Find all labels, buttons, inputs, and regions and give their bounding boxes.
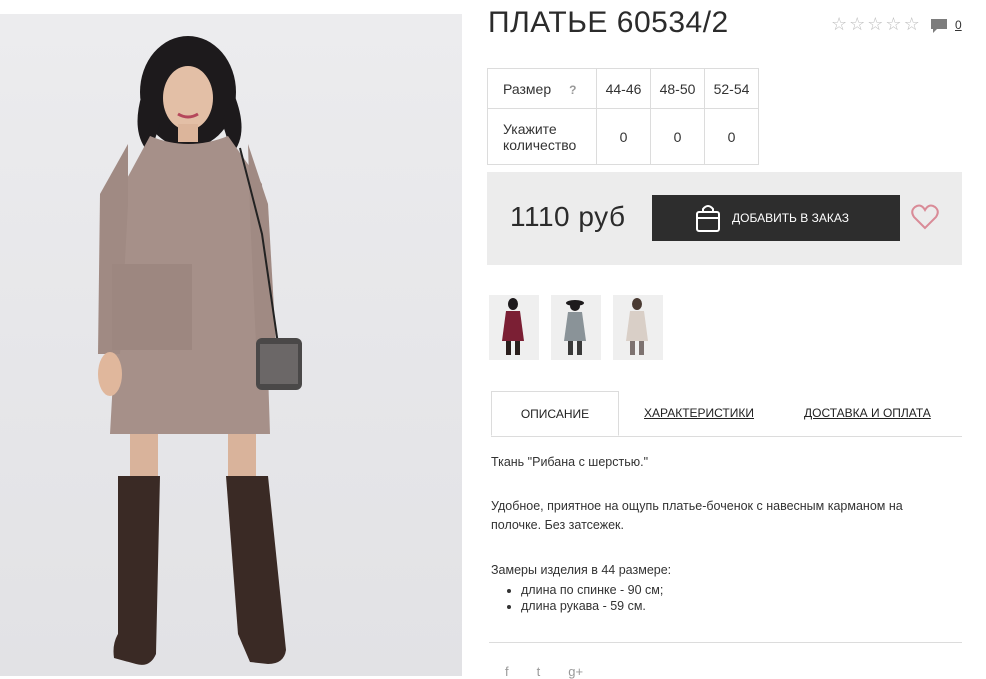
size-column: 52-54 [704,68,759,109]
facebook-icon[interactable]: f [505,664,509,679]
shopping-bag-icon [696,205,720,232]
size-label-cell: Размер? [487,68,597,109]
star-empty-icon[interactable]: ☆ [885,14,901,34]
measurements-title: Замеры изделия в 44 размере: [491,563,672,577]
thumbnail-burgundy-image [502,298,524,355]
tab-description[interactable]: ОПИСАНИЕ [491,391,619,436]
description-text: Удобное, приятное на ощупь платье-бочено… [491,499,903,532]
price-box: 1110 руб ДОБАВИТЬ В ЗАКАЗ [487,172,962,265]
star-empty-icon[interactable]: ☆ [904,14,920,34]
quantity-input[interactable]: 0 [596,108,651,165]
star-empty-icon[interactable]: ☆ [831,14,847,34]
size-column: 48-50 [650,68,705,109]
product-title: ПЛАТЬЕ 60534/2 [488,6,729,39]
quantity-input[interactable]: 0 [650,108,705,165]
divider [489,642,962,643]
price: 1110 руб [510,201,626,232]
google-plus-icon[interactable]: g+ [568,664,583,679]
size-column: 44-46 [596,68,651,109]
thumbnail-beige[interactable] [613,295,663,360]
social-share: f t g+ [505,664,583,679]
tab-characteristics[interactable]: ХАРАКТЕРИСТИКИ [644,391,754,435]
add-to-order-label: ДОБАВИТЬ В ЗАКАЗ [732,211,849,225]
thumbnail-grey[interactable] [551,295,601,360]
twitter-icon[interactable]: t [537,664,541,679]
model-illustration [98,36,302,665]
measurements-list: длина по спинке - 90 см; длина рукава - … [491,582,663,614]
list-item: длина рукава - 59 см. [521,598,663,614]
comment-icon[interactable] [930,18,948,34]
thumbnail-grey-image [564,300,586,355]
star-empty-icon[interactable]: ☆ [867,14,883,34]
fabric-text: Ткань "Рибана с шерстью." [491,455,649,469]
quantity-input[interactable]: 0 [704,108,759,165]
star-empty-icon[interactable]: ☆ [849,14,865,34]
size-label: Размер [503,80,552,97]
product-tabs: ОПИСАНИЕ ХАРАКТЕРИСТИКИ ДОСТАВКА И ОПЛАТ… [491,391,962,437]
add-to-order-button[interactable]: ДОБАВИТЬ В ЗАКАЗ [652,195,900,241]
tab-delivery-payment[interactable]: ДОСТАВКА И ОПЛАТА [804,391,931,435]
thumbnail-beige-image [626,298,648,355]
rating-stars[interactable]: ☆ ☆ ☆ ☆ ☆ [831,14,920,34]
wishlist-heart-icon[interactable] [911,204,939,230]
thumbnail-burgundy[interactable] [489,295,539,360]
size-quantity-table: Размер? 44-46 48-50 52-54 Укажите количе… [487,68,759,165]
size-help-icon[interactable]: ? [569,83,576,97]
color-thumbnails [489,295,663,360]
list-item: длина по спинке - 90 см; [521,582,663,598]
quantity-label: Укажите количество [487,108,597,165]
comments-count-link[interactable]: 0 [955,18,962,32]
product-main-photo[interactable] [0,14,462,676]
